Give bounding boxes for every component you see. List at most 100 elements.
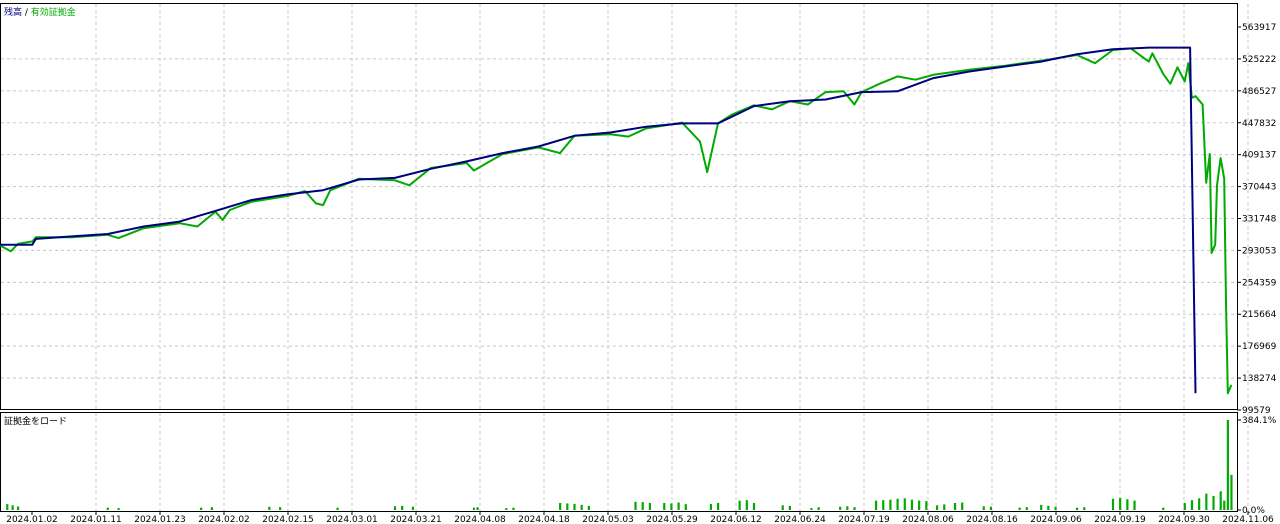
margin-load-bar bbox=[961, 502, 964, 510]
x-tick-label: 2024.01.11 bbox=[70, 515, 122, 524]
margin-load-bar bbox=[1047, 505, 1050, 510]
margin-load-bar bbox=[200, 507, 203, 510]
margin-load-bar bbox=[210, 507, 214, 510]
x-tick-label: 2024.08.06 bbox=[902, 515, 954, 524]
margin-load-bar bbox=[910, 499, 914, 510]
x-tick-label: 2024.05.29 bbox=[646, 515, 698, 524]
margin-load-bar bbox=[953, 502, 957, 510]
margin-load-bar bbox=[106, 507, 109, 510]
y-tick-label: 409137 bbox=[1242, 151, 1276, 161]
x-tick-label: 2024.02.15 bbox=[262, 515, 314, 524]
margin-load-bar bbox=[1083, 507, 1086, 510]
x-tick-label: 2024.08.16 bbox=[966, 515, 1018, 524]
x-tick-label: 2024.06.24 bbox=[774, 515, 826, 524]
margin-load-bar bbox=[853, 507, 856, 510]
margin-load-bar bbox=[1040, 504, 1043, 510]
y-tick-label: 486527 bbox=[1242, 87, 1276, 97]
margin-load-bar bbox=[505, 508, 508, 510]
x-tick-label: 2024.01.23 bbox=[134, 515, 186, 524]
x-tick-label: 2024.05.03 bbox=[582, 515, 634, 524]
y-tick-label: 447832 bbox=[1242, 119, 1276, 129]
margin-load-bar bbox=[935, 505, 939, 510]
margin-load-bar bbox=[16, 506, 20, 510]
margin-load-bar bbox=[738, 500, 741, 510]
x-tick-label: 2024.04.18 bbox=[518, 515, 570, 524]
margin-load-bar bbox=[874, 500, 878, 510]
margin-load-bar bbox=[943, 504, 946, 510]
x-tick-label: 2024.04.08 bbox=[454, 515, 506, 524]
margin-load-bar bbox=[117, 508, 120, 510]
y-tick-label: 370443 bbox=[1242, 183, 1276, 193]
margin-load-bar bbox=[393, 506, 397, 510]
legend: 残高 / 有効証拠金 bbox=[4, 6, 76, 18]
x-tick-label: 2024.03.01 bbox=[326, 515, 378, 524]
margin-load-bar bbox=[6, 504, 9, 510]
margin-load-bar bbox=[1219, 491, 1222, 510]
x-tick-label: 2024.07.19 bbox=[838, 515, 890, 524]
margin-load-bar bbox=[1223, 500, 1226, 510]
x-tick-label: 2024.11.06 bbox=[1222, 515, 1274, 524]
equity-chart: 563917 525222 486527 447832 409137 370443 3317… bbox=[0, 3, 1277, 524]
margin-load-bar bbox=[587, 505, 590, 510]
margin-load-bar bbox=[641, 502, 644, 510]
margin-load-bar bbox=[918, 500, 921, 510]
margin-load-bar bbox=[580, 504, 583, 510]
margin-load-bar bbox=[1111, 498, 1115, 510]
margin-load-bar bbox=[279, 507, 282, 510]
margin-load-bar bbox=[925, 501, 928, 510]
x-tick-label: 2024.09.06 bbox=[1030, 515, 1082, 524]
margin-load-bar bbox=[1025, 507, 1028, 510]
margin-load-bar bbox=[781, 505, 784, 510]
y-tick-label: 99579 bbox=[1242, 406, 1271, 416]
x-tick-label: 2024.09.19 bbox=[1094, 515, 1146, 524]
y-tick-label: 254359 bbox=[1242, 278, 1277, 288]
margin-load-bar bbox=[989, 506, 993, 510]
y-tick-label: 138274 bbox=[1242, 374, 1277, 384]
margin-load-bar bbox=[1205, 493, 1208, 510]
x-axis-ticks: 2024.01.02 2024.01.11 2024.01.23 2024.02.02… bbox=[6, 511, 1274, 524]
margin-load-bar bbox=[846, 506, 849, 510]
margin-load-bar bbox=[1183, 502, 1186, 510]
margin-load-frame bbox=[0, 412, 1238, 512]
legend-equity: 有効証拠金 bbox=[31, 6, 76, 18]
margin-load-bar bbox=[1162, 507, 1165, 510]
sub-y-tick-label: 384.1% bbox=[1242, 416, 1277, 426]
x-tick-label: 2024.02.02 bbox=[198, 515, 250, 524]
margin-load-bar bbox=[903, 498, 906, 510]
margin-load-bar bbox=[896, 498, 899, 510]
margin-load-bar bbox=[889, 499, 892, 510]
margin-load-bar bbox=[684, 504, 687, 510]
margin-load-bar bbox=[817, 507, 820, 510]
margin-load-bar bbox=[1018, 507, 1021, 510]
x-tick-label: 2024.03.21 bbox=[390, 515, 442, 524]
margin-load-bar bbox=[982, 506, 985, 510]
margin-load-bar bbox=[839, 506, 842, 510]
margin-load-bar bbox=[1198, 498, 1201, 510]
margin-load-bar bbox=[717, 502, 720, 510]
margin-load-bar bbox=[1230, 474, 1233, 510]
margin-load-bar bbox=[745, 500, 748, 510]
y-tick-label: 293053 bbox=[1242, 246, 1276, 256]
margin-load-bar bbox=[411, 506, 415, 510]
margin-load-bar bbox=[882, 500, 885, 510]
margin-load-bar bbox=[648, 502, 651, 510]
margin-load-bar bbox=[1190, 500, 1194, 510]
margin-load-bar bbox=[268, 506, 271, 510]
legend-balance: 残高 bbox=[4, 6, 22, 18]
margin-load-bar bbox=[476, 507, 479, 510]
main-plot-frame bbox=[0, 3, 1238, 410]
y-axis-ticks: 563917 525222 486527 447832 409137 370443 3317… bbox=[1237, 23, 1277, 516]
margin-load-bar bbox=[670, 503, 673, 510]
x-tick-label: 2024.06.12 bbox=[710, 515, 762, 524]
margin-load-bar bbox=[336, 507, 339, 510]
margin-load-bar bbox=[677, 502, 680, 510]
margin-load-bar bbox=[401, 505, 404, 510]
y-tick-label: 563917 bbox=[1242, 23, 1276, 33]
margin-load-bar bbox=[1054, 506, 1057, 510]
margin-load-bar bbox=[573, 503, 576, 510]
x-tick-label: 2024.09.30 bbox=[1158, 515, 1210, 524]
margin-load-bar bbox=[810, 508, 813, 510]
margin-load-bar bbox=[1126, 499, 1129, 510]
margin-load-bar bbox=[11, 505, 14, 510]
y-tick-label: 176969 bbox=[1242, 342, 1277, 352]
